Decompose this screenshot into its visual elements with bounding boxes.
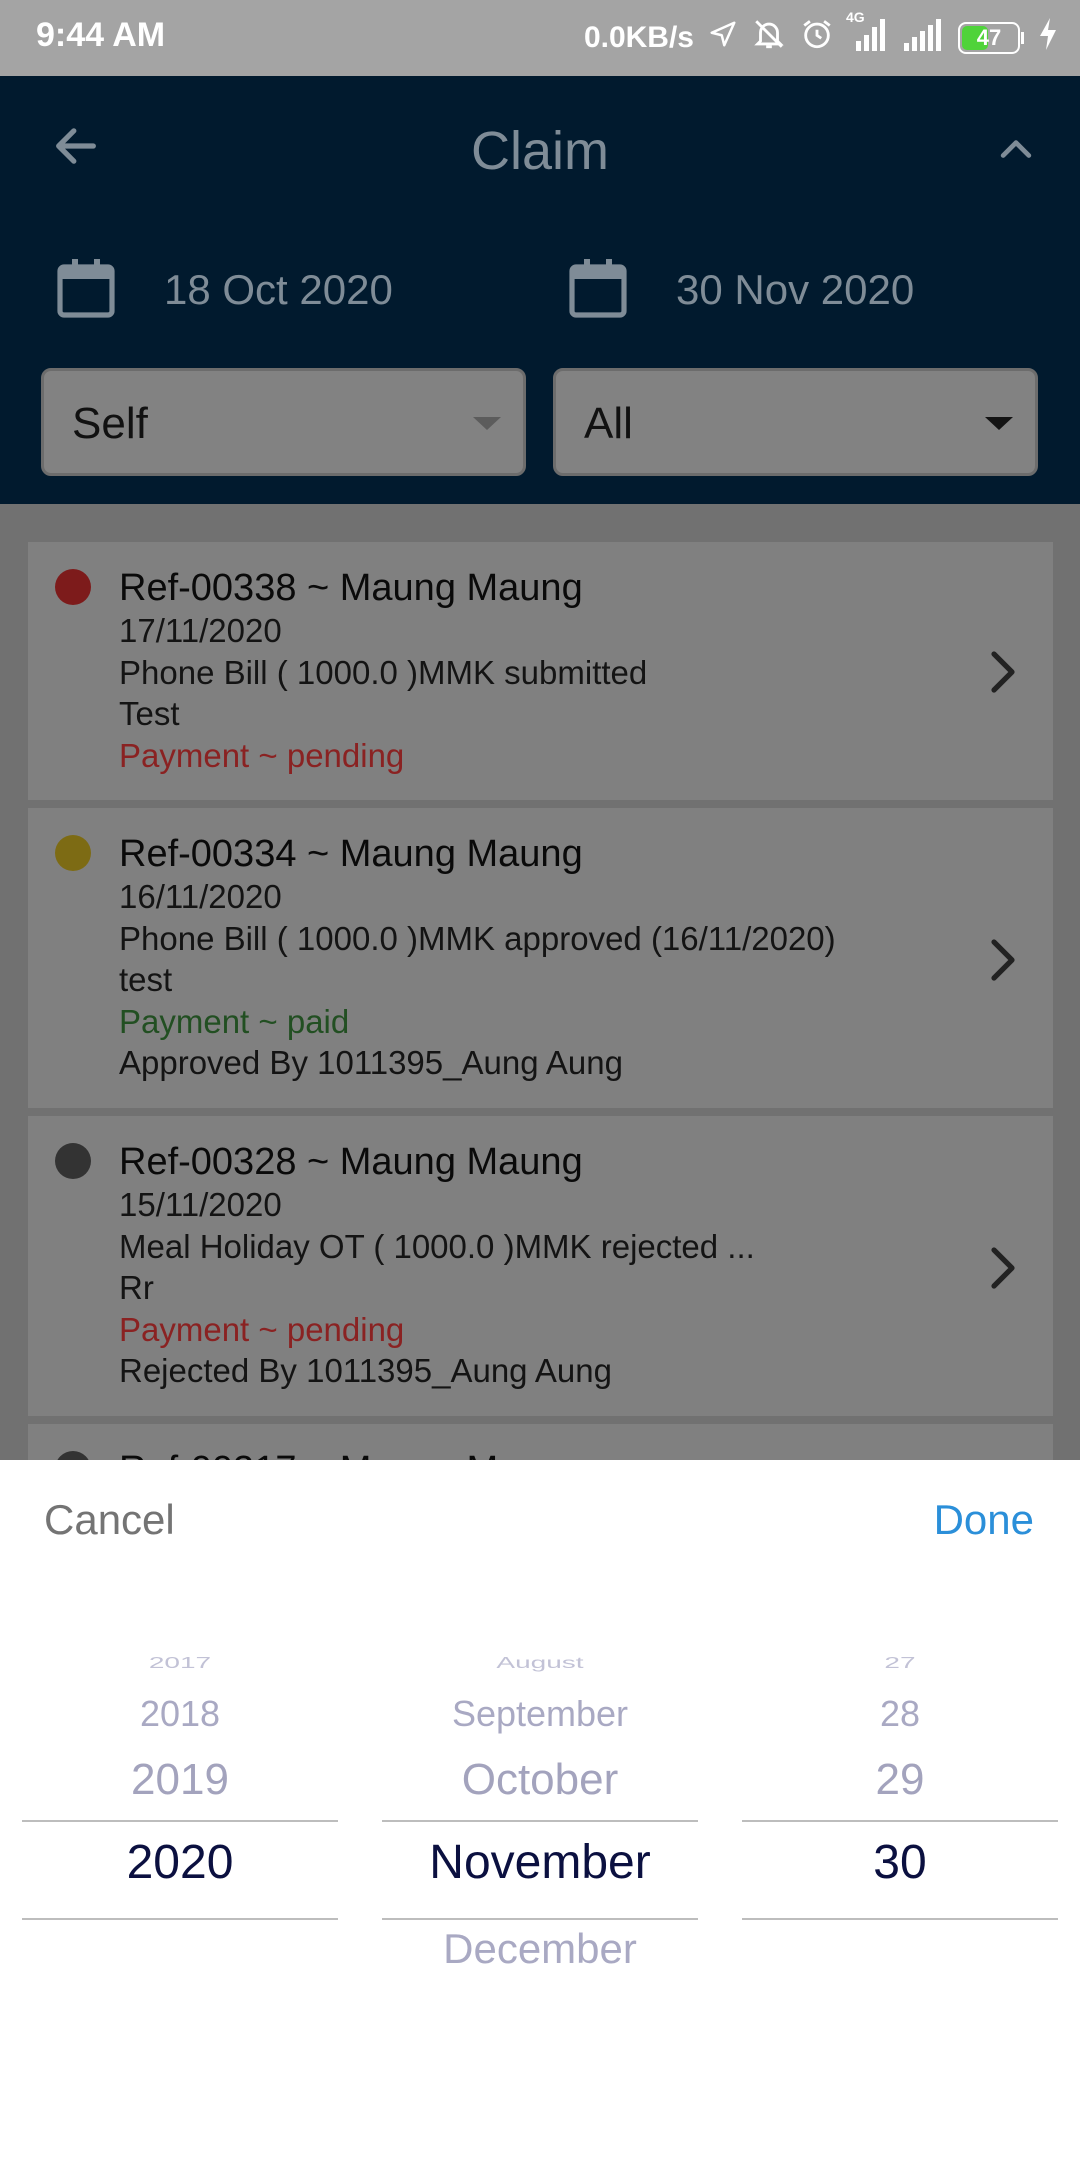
wheel-divider xyxy=(22,1918,338,1920)
alarm-icon xyxy=(800,17,834,59)
chevron-right-icon xyxy=(983,642,1023,702)
selected-day[interactable]: 30 xyxy=(742,1830,1058,1896)
wheel-item[interactable]: August xyxy=(382,1652,698,1674)
wheel-divider xyxy=(742,1918,1058,1920)
status-dropdown-value: All xyxy=(584,399,633,448)
status-dot xyxy=(55,1143,91,1179)
signal-icon xyxy=(902,17,944,59)
claim-card[interactable]: Ref-00334 ~ Maung Maung 16/11/2020 Phone… xyxy=(28,808,1053,1108)
collapse-button[interactable] xyxy=(980,116,1052,188)
claim-note: Rr xyxy=(119,1269,154,1306)
claim-payment-status: Payment ~ pending xyxy=(119,1310,405,1348)
status-time: 9:44 AM xyxy=(36,16,166,54)
type-dropdown[interactable]: Self xyxy=(41,368,526,476)
chevron-right-icon xyxy=(983,930,1023,990)
claim-note: test xyxy=(119,961,173,998)
end-date-field[interactable]: 30 Nov 2020 xyxy=(568,252,1008,328)
wheel-item[interactable]: 2017 xyxy=(22,1652,338,1674)
wheel-item[interactable]: October xyxy=(382,1750,698,1810)
claim-title: Ref-00317 ~ Maung Maung xyxy=(119,1448,583,1460)
claim-action-by: Rejected By 1011395_Aung Aung xyxy=(119,1352,612,1389)
calendar-icon xyxy=(56,257,116,324)
wheel-item[interactable]: 27 xyxy=(742,1652,1058,1674)
wheel-item[interactable]: 2018 xyxy=(22,1688,338,1740)
claim-action-by: Approved By 1011395_Aung Aung xyxy=(119,1044,623,1081)
claim-card[interactable]: Ref-00317 ~ Maung Maung xyxy=(28,1424,1053,1460)
status-dot xyxy=(55,569,91,605)
selected-year[interactable]: 2020 xyxy=(22,1830,338,1896)
claim-title: Ref-00334 ~ Maung Maung xyxy=(119,833,583,875)
day-wheel[interactable]: 27 28 29 30 xyxy=(742,1460,1058,2160)
month-wheel[interactable]: August September October November Decemb… xyxy=(382,1460,698,2160)
status-dot xyxy=(55,1451,91,1460)
network-speed: 0.0KB/s xyxy=(583,21,694,54)
type-dropdown-value: Self xyxy=(72,399,148,448)
claim-card[interactable]: Ref-00338 ~ Maung Maung 17/11/2020 Phone… xyxy=(28,542,1053,800)
claim-title: Ref-00338 ~ Maung Maung xyxy=(119,567,583,609)
location-arrow-icon xyxy=(708,19,738,57)
status-bar: 9:44 AM 0.0KB/s 4G 47 xyxy=(0,0,1080,76)
claim-date: 16/11/2020 xyxy=(119,878,282,915)
status-icons: 0.0KB/s 4G 47 xyxy=(583,9,1058,62)
start-date-field[interactable]: 18 Oct 2020 xyxy=(56,252,496,328)
claim-description: Meal Holiday OT ( 1000.0 )MMK rejected .… xyxy=(119,1227,755,1265)
battery-level: 47 xyxy=(976,25,1002,50)
wheel-divider xyxy=(382,1820,698,1822)
wheel-divider xyxy=(22,1820,338,1822)
claim-description: Phone Bill ( 1000.0 )MMK approved (16/11… xyxy=(119,919,836,957)
end-date-text: 30 Nov 2020 xyxy=(676,266,915,313)
chevron-up-icon xyxy=(994,128,1038,177)
charging-icon xyxy=(1038,18,1058,58)
calendar-icon xyxy=(568,257,628,324)
bell-off-icon xyxy=(752,17,786,59)
claim-title: Ref-00328 ~ Maung Maung xyxy=(119,1141,583,1183)
status-dropdown[interactable]: All xyxy=(553,368,1038,476)
claims-list: Ref-00338 ~ Maung Maung 17/11/2020 Phone… xyxy=(0,504,1080,1460)
claim-note: Test xyxy=(119,695,180,732)
battery-icon: 47 xyxy=(958,22,1024,54)
wheel-item[interactable]: 29 xyxy=(742,1750,1058,1810)
wheel-item[interactable]: 2019 xyxy=(22,1750,338,1810)
start-date-text: 18 Oct 2020 xyxy=(164,266,393,313)
chevron-right-icon xyxy=(983,1238,1023,1298)
status-dot xyxy=(55,835,91,871)
dropdown-arrow-icon xyxy=(985,417,1013,430)
claim-payment-status: Payment ~ paid xyxy=(119,1002,350,1040)
wheel-item[interactable]: 28 xyxy=(742,1688,1058,1740)
year-wheel[interactable]: 2017 2018 2019 2020 xyxy=(22,1460,338,2160)
wheel-item[interactable]: September xyxy=(382,1688,698,1740)
page-title: Claim xyxy=(470,121,609,181)
wheel-item[interactable]: December xyxy=(382,1920,698,1978)
claim-date: 15/11/2020 xyxy=(119,1186,282,1223)
wheel-divider xyxy=(742,1820,1058,1822)
claim-card[interactable]: Ref-00328 ~ Maung Maung 15/11/2020 Meal … xyxy=(28,1116,1053,1416)
dropdown-arrow-icon xyxy=(473,417,501,430)
claim-payment-status: Payment ~ pending xyxy=(119,736,405,774)
claim-description: Phone Bill ( 1000.0 )MMK submitted xyxy=(119,653,648,691)
date-picker-sheet: Cancel Done 2017 2018 2019 2020 August S… xyxy=(0,1460,1080,2160)
claim-date: 17/11/2020 xyxy=(119,612,282,649)
signal-4g-icon: 4G xyxy=(846,9,888,59)
selected-month[interactable]: November xyxy=(382,1830,698,1896)
network-type-label: 4G xyxy=(846,9,865,25)
